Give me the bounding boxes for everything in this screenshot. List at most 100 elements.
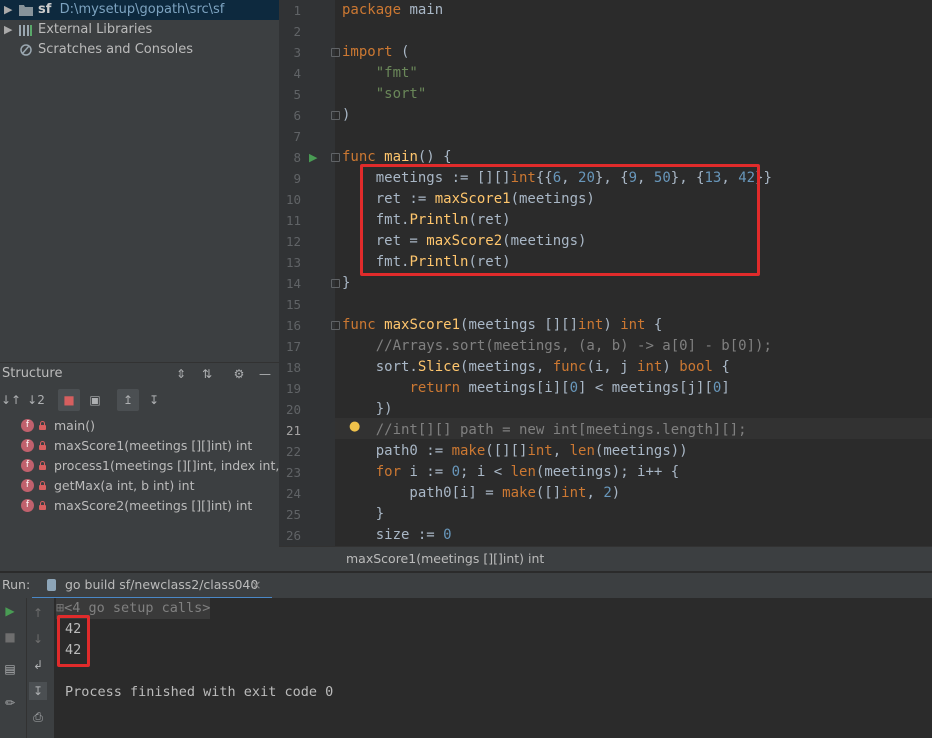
line-number: 5 — [293, 87, 301, 102]
code-line: path0 := make([][]int, len(meetings)) — [342, 443, 688, 459]
autoscroll-to-source-icon[interactable]: ↥ — [117, 389, 139, 411]
run-toolbar: Run: go build sf/newclass2/class040 × — [0, 572, 932, 599]
structure-header: Structure ⇕ ⇅ ⚙ — — [0, 363, 279, 385]
fold-marker-icon[interactable] — [331, 48, 340, 57]
line-number: 19 — [285, 381, 301, 396]
line-number: 8 — [293, 150, 301, 165]
project-root-name: sf — [38, 2, 52, 17]
project-pane: ▶ sf D:\mysetup\gopath\src\sf ▶ External… — [0, 0, 279, 362]
line-number: 13 — [285, 255, 301, 270]
console-output[interactable] — [54, 598, 932, 738]
code-line: size := 0 — [342, 527, 452, 543]
output-highlight-box — [57, 615, 90, 667]
close-tab-icon[interactable]: × — [251, 573, 261, 597]
fold-marker-icon[interactable] — [331, 111, 340, 120]
show-folder-icon[interactable]: ▣ — [84, 389, 106, 411]
line-number: 14 — [285, 276, 301, 291]
function-icon: f — [21, 419, 34, 432]
layout-icon[interactable]: ▤ — [1, 660, 19, 678]
structure-item[interactable]: f getMax(a int, b int) int — [0, 476, 279, 496]
code-line: func maxScore1(meetings [][]int) int { — [342, 317, 663, 333]
line-number: 18 — [285, 360, 301, 375]
line-number: 26 — [285, 528, 301, 543]
line-number: 9 — [293, 171, 301, 186]
code-line: package main — [342, 2, 444, 18]
function-icon: f — [21, 499, 34, 512]
folder-icon — [19, 5, 33, 16]
soft-wrap-icon[interactable]: ↲ — [29, 656, 47, 674]
stop-icon[interactable]: ■ — [1, 628, 19, 646]
line-number: 6 — [293, 108, 301, 123]
code-line: }) — [342, 401, 393, 417]
fold-marker-icon[interactable] — [331, 279, 340, 288]
scratches-icon — [20, 44, 32, 56]
line-number: 2 — [293, 24, 301, 39]
line-number: 21 — [285, 423, 301, 438]
rerun-icon[interactable]: ▶ — [1, 602, 19, 620]
expand-arrow-icon[interactable]: ▶ — [4, 20, 12, 40]
structure-item[interactable]: f process1(meetings [][]int, index int, … — [0, 456, 279, 476]
code-line: path0[i] = make([]int, 2) — [342, 485, 621, 501]
external-libraries-row[interactable]: ▶ External Libraries — [0, 20, 279, 40]
code-line: "sort" — [375, 86, 427, 102]
function-icon: f — [21, 479, 34, 492]
pin-icon[interactable]: ✏ — [1, 694, 19, 712]
run-label: Run: — [2, 577, 31, 592]
line-number: 17 — [285, 339, 301, 354]
scroll-up-icon[interactable]: ↑ — [29, 604, 47, 622]
structure-item[interactable]: f maxScore2(meetings [][]int) int — [0, 496, 279, 516]
line-number: 25 — [285, 507, 301, 522]
code-line: "fmt" — [375, 65, 418, 81]
gear-icon[interactable]: ⚙ — [231, 366, 247, 382]
line-number: 20 — [285, 402, 301, 417]
lock-icon — [39, 481, 46, 490]
lock-icon — [39, 421, 46, 430]
scratches-row[interactable]: Scratches and Consoles — [0, 40, 279, 60]
scroll-to-end-icon[interactable]: ↧ — [29, 682, 47, 700]
fold-marker-icon[interactable] — [331, 153, 340, 162]
line-number: 3 — [293, 45, 301, 60]
function-icon: f — [21, 439, 34, 452]
collapse-all-icon[interactable]: ⇅ — [199, 366, 215, 382]
line-number: 24 — [285, 486, 301, 501]
code-line: //int[][] path = new int[meetings.length… — [375, 422, 747, 438]
structure-title: Structure — [2, 366, 63, 381]
go-file-icon — [47, 579, 56, 591]
expand-arrow-icon[interactable]: ▶ — [4, 0, 12, 20]
line-number: 22 — [285, 444, 301, 459]
autoscroll-from-source-icon[interactable]: ↧ — [143, 389, 165, 411]
line-number: 23 — [285, 465, 301, 480]
project-root-row[interactable]: ▶ sf D:\mysetup\gopath\src\sf — [0, 0, 279, 20]
minimize-icon[interactable]: — — [257, 366, 273, 382]
sort-alpha-icon[interactable]: ↓↑ — [0, 389, 22, 411]
scroll-down-icon[interactable]: ↓ — [29, 630, 47, 648]
libraries-icon — [19, 25, 32, 36]
code-line: ) — [342, 107, 351, 123]
show-private-icon[interactable]: ■ — [58, 389, 80, 411]
code-line: //Arrays.sort(meetings, (a, b) -> a[0] -… — [375, 338, 772, 354]
line-number: 12 — [285, 234, 301, 249]
lightbulb-icon[interactable]: ● — [349, 419, 360, 434]
code-line: sort.Slice(meetings, func(i, j int) bool… — [342, 359, 730, 375]
lock-icon — [39, 461, 46, 470]
line-number: 10 — [285, 192, 301, 207]
run-gutter-icon[interactable]: ▶ — [309, 151, 317, 164]
code-line: import ( — [342, 44, 410, 60]
structure-item[interactable]: f main() — [0, 416, 279, 436]
expand-all-icon[interactable]: ⇕ — [173, 366, 189, 382]
code-highlight-box — [360, 164, 760, 276]
code-line: } — [342, 506, 385, 522]
print-icon[interactable]: ⎙ — [29, 708, 47, 726]
breadcrumb[interactable]: maxScore1(meetings [][]int) int — [279, 546, 932, 571]
line-number: 16 — [285, 318, 301, 333]
scratches-label: Scratches and Consoles — [38, 42, 194, 57]
run-tab-label: go build sf/newclass2/class040 — [65, 577, 259, 592]
fold-marker-icon[interactable] — [331, 321, 340, 330]
sort-visibility-icon[interactable]: ↓2 — [25, 389, 47, 411]
lock-icon — [39, 441, 46, 450]
exit-message: Process finished with exit code 0 — [65, 684, 334, 700]
structure-item[interactable]: f maxScore1(meetings [][]int) int — [0, 436, 279, 456]
code-line: return meetings[i][0] < meetings[j][0] — [409, 380, 730, 396]
line-number: 1 — [293, 3, 301, 18]
lock-icon — [39, 501, 46, 510]
